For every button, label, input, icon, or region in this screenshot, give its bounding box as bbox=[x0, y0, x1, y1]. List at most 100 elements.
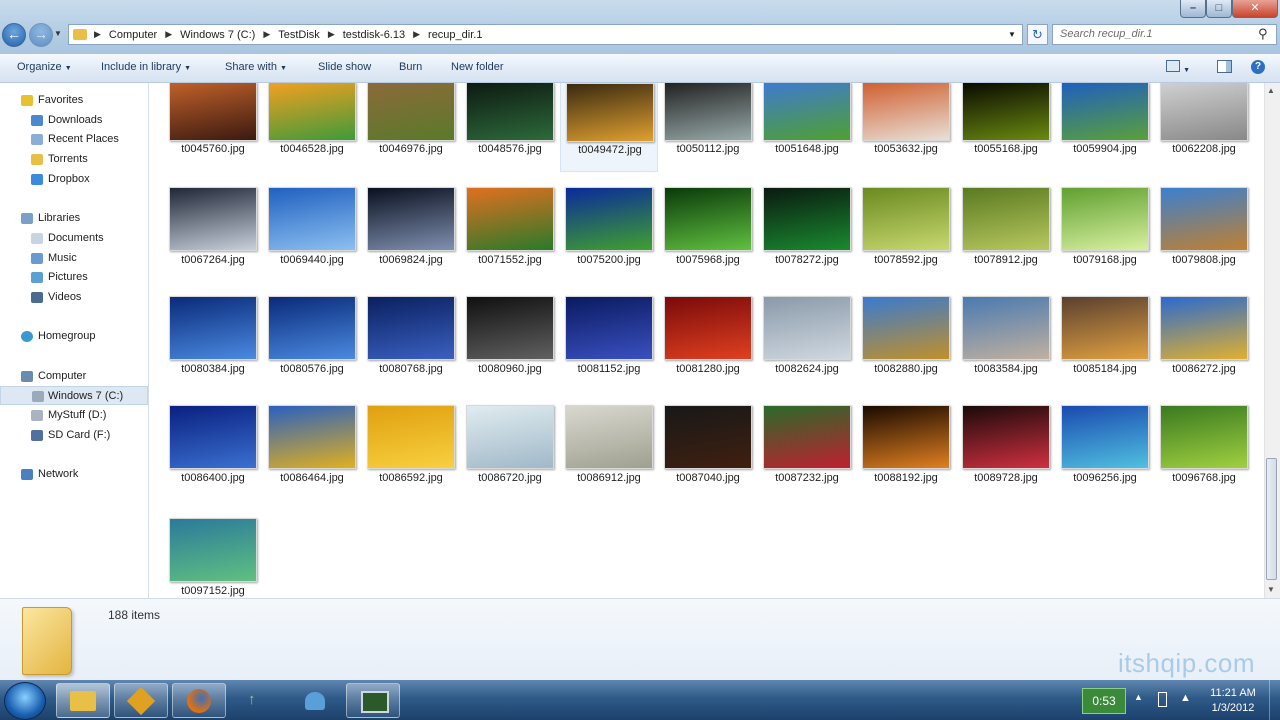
help-icon[interactable]: ? bbox=[1251, 60, 1265, 74]
sidebar-item-network[interactable]: Network bbox=[0, 465, 148, 484]
sidebar-item-homegroup[interactable]: Homegroup bbox=[0, 327, 148, 346]
image-thumbnail[interactable] bbox=[169, 296, 257, 360]
file-item[interactable]: t0051648.jpg bbox=[758, 83, 856, 172]
image-thumbnail[interactable] bbox=[1061, 187, 1149, 251]
file-item[interactable]: t0046976.jpg bbox=[362, 83, 460, 172]
sidebar-item-music[interactable]: Music bbox=[0, 249, 148, 268]
image-thumbnail[interactable] bbox=[1160, 405, 1248, 469]
file-item[interactable]: t0071552.jpg bbox=[461, 187, 559, 277]
sidebar-item-favorites[interactable]: Favorites bbox=[0, 91, 148, 110]
include-in-library-button[interactable]: Include in library ▼ bbox=[101, 61, 191, 73]
start-button[interactable] bbox=[4, 682, 46, 720]
file-item[interactable]: t0079168.jpg bbox=[1056, 187, 1154, 277]
file-name[interactable]: t0053632.jpg bbox=[857, 143, 955, 155]
show-desktop-button[interactable] bbox=[1269, 680, 1280, 720]
file-item[interactable]: t0053632.jpg bbox=[857, 83, 955, 172]
file-item[interactable]: t0082880.jpg bbox=[857, 296, 955, 386]
breadcrumb-separator-icon[interactable]: ▶ bbox=[410, 29, 423, 40]
forward-button[interactable]: → bbox=[29, 23, 53, 47]
image-thumbnail[interactable] bbox=[862, 83, 950, 141]
file-name[interactable]: t0069824.jpg bbox=[362, 254, 460, 266]
image-thumbnail[interactable] bbox=[763, 296, 851, 360]
sidebar-item-downloads[interactable]: Downloads bbox=[0, 111, 148, 130]
firefox-taskbar-button[interactable] bbox=[172, 683, 226, 718]
file-item[interactable]: t0075968.jpg bbox=[659, 187, 757, 277]
app3-taskbar-button[interactable] bbox=[288, 683, 342, 718]
sidebar-item-computer[interactable]: Computer bbox=[0, 367, 148, 386]
file-name[interactable]: t0079808.jpg bbox=[1155, 254, 1253, 266]
image-thumbnail[interactable] bbox=[962, 296, 1050, 360]
file-item[interactable]: t0080576.jpg bbox=[263, 296, 361, 386]
file-name[interactable]: t0088192.jpg bbox=[857, 472, 955, 484]
file-name[interactable]: t0079168.jpg bbox=[1056, 254, 1154, 266]
file-name[interactable]: t0051648.jpg bbox=[758, 143, 856, 155]
image-thumbnail[interactable] bbox=[962, 187, 1050, 251]
signal-icon[interactable]: ▲ bbox=[1180, 692, 1191, 704]
close-button[interactable]: ✕ bbox=[1232, 0, 1278, 18]
clock-date[interactable]: 1/3/2012 bbox=[1204, 702, 1262, 714]
breadcrumb-testdisk-version[interactable]: testdisk-6.13 bbox=[338, 29, 410, 41]
slide-show-button[interactable]: Slide show bbox=[318, 61, 371, 73]
file-name[interactable]: t0085184.jpg bbox=[1056, 363, 1154, 375]
image-thumbnail[interactable] bbox=[763, 83, 851, 141]
file-item[interactable]: t0069440.jpg bbox=[263, 187, 361, 277]
file-name[interactable]: t0086272.jpg bbox=[1155, 363, 1253, 375]
file-item[interactable]: t0079808.jpg bbox=[1155, 187, 1253, 277]
file-item[interactable]: t0087040.jpg bbox=[659, 405, 757, 495]
file-name[interactable]: t0075200.jpg bbox=[560, 254, 658, 266]
image-thumbnail[interactable] bbox=[664, 187, 752, 251]
sidebar-item-dropbox[interactable]: Dropbox bbox=[0, 170, 148, 189]
file-name[interactable]: t0062208.jpg bbox=[1155, 143, 1253, 155]
file-name[interactable]: t0082880.jpg bbox=[857, 363, 955, 375]
file-item[interactable]: t0087232.jpg bbox=[758, 405, 856, 495]
show-hidden-icons[interactable]: ▲ bbox=[1134, 692, 1143, 702]
back-button[interactable]: ← bbox=[2, 23, 26, 47]
maximize-button[interactable]: □ bbox=[1206, 0, 1232, 18]
scrollbar-thumb[interactable] bbox=[1266, 458, 1277, 580]
file-name[interactable]: t0046528.jpg bbox=[263, 143, 361, 155]
image-thumbnail[interactable] bbox=[962, 405, 1050, 469]
file-name[interactable]: t0067264.jpg bbox=[164, 254, 262, 266]
file-name[interactable]: t0080960.jpg bbox=[461, 363, 559, 375]
image-thumbnail[interactable] bbox=[565, 296, 653, 360]
file-name[interactable]: t0096768.jpg bbox=[1155, 472, 1253, 484]
file-name[interactable]: t0078272.jpg bbox=[758, 254, 856, 266]
breadcrumb-separator-icon[interactable]: ▶ bbox=[91, 29, 104, 40]
file-name[interactable]: t0046976.jpg bbox=[362, 143, 460, 155]
file-item[interactable]: t0096256.jpg bbox=[1056, 405, 1154, 495]
view-options-icon[interactable]: ▼ bbox=[1166, 60, 1190, 75]
file-item[interactable]: t0097152.jpg bbox=[164, 518, 262, 598]
search-input[interactable]: Search recup_dir.1 bbox=[1052, 24, 1277, 45]
file-item[interactable]: t0086464.jpg bbox=[263, 405, 361, 495]
image-thumbnail[interactable] bbox=[962, 83, 1050, 141]
file-name[interactable]: t0096256.jpg bbox=[1056, 472, 1154, 484]
file-name[interactable]: t0082624.jpg bbox=[758, 363, 856, 375]
file-item[interactable]: t0089728.jpg bbox=[957, 405, 1055, 495]
image-thumbnail[interactable] bbox=[367, 187, 455, 251]
app4-taskbar-button[interactable] bbox=[346, 683, 400, 718]
file-name[interactable]: t0080384.jpg bbox=[164, 363, 262, 375]
file-item[interactable]: t0078912.jpg bbox=[957, 187, 1055, 277]
file-name[interactable]: t0048576.jpg bbox=[461, 143, 559, 155]
file-name[interactable]: t0078592.jpg bbox=[857, 254, 955, 266]
file-item[interactable]: t0096768.jpg bbox=[1155, 405, 1253, 495]
image-thumbnail[interactable] bbox=[862, 296, 950, 360]
image-thumbnail[interactable] bbox=[763, 405, 851, 469]
file-name[interactable]: t0059904.jpg bbox=[1056, 143, 1154, 155]
image-thumbnail[interactable] bbox=[565, 187, 653, 251]
image-thumbnail[interactable] bbox=[566, 83, 654, 142]
image-thumbnail[interactable] bbox=[169, 405, 257, 469]
sidebar-item-libraries[interactable]: Libraries bbox=[0, 209, 148, 228]
breadcrumb-computer[interactable]: Computer bbox=[104, 29, 162, 41]
clock-time[interactable]: 11:21 AM bbox=[1204, 687, 1262, 699]
file-item[interactable]: t0049472.jpg bbox=[560, 83, 658, 172]
new-folder-button[interactable]: New folder bbox=[451, 61, 504, 73]
preview-pane-icon[interactable] bbox=[1217, 60, 1232, 76]
file-name[interactable]: t0075968.jpg bbox=[659, 254, 757, 266]
file-item[interactable]: t0078592.jpg bbox=[857, 187, 955, 277]
address-dropdown-icon[interactable]: ▼ bbox=[1008, 30, 1016, 39]
file-name[interactable]: t0089728.jpg bbox=[957, 472, 1055, 484]
image-thumbnail[interactable] bbox=[664, 405, 752, 469]
sidebar-item-videos[interactable]: Videos bbox=[0, 288, 148, 307]
file-item[interactable]: t0075200.jpg bbox=[560, 187, 658, 277]
